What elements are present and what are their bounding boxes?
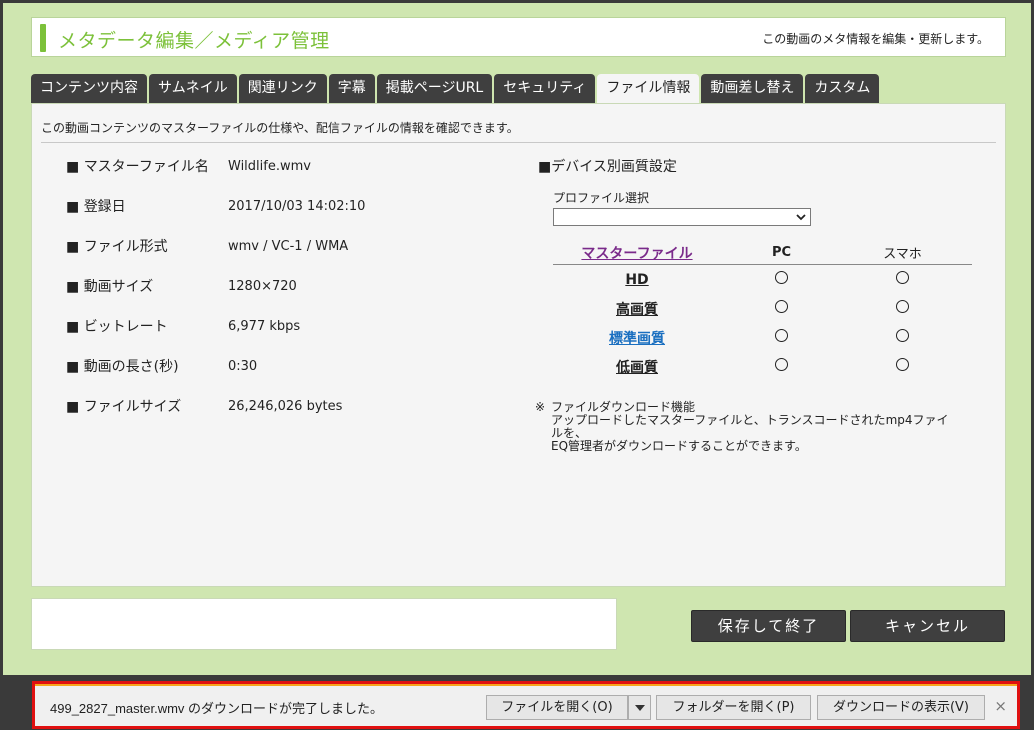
info-value: 2017/10/03 14:02:10 <box>228 198 366 214</box>
tab-security[interactable]: セキュリティ <box>494 74 596 103</box>
radio-pc-hd[interactable] <box>775 271 788 284</box>
panel-intro-text: この動画コンテンツのマスターファイルの仕様や、配信ファイルの情報を確認できます。 <box>41 121 519 135</box>
download-complete-message: 499_2827_master.wmv のダウンロードが完了しました。 <box>50 701 384 716</box>
show-downloads-button[interactable]: ダウンロードの表示(V) <box>817 695 985 720</box>
info-value: 0:30 <box>228 358 258 374</box>
info-row-master-file: マスターファイル名 Wildlife.wmv <box>66 156 311 176</box>
info-value: 26,246,026 bytes <box>228 398 343 414</box>
radio-smartphone-standard[interactable] <box>896 329 909 342</box>
quality-label-high[interactable]: 高画質 <box>553 299 721 319</box>
note-line-2: アップロードしたマスターファイルと、トランスコードされたmp4ファイルを、 <box>551 413 949 440</box>
radio-pc-low[interactable] <box>775 358 788 371</box>
column-header-smartphone: スマホ <box>883 247 922 262</box>
open-folder-button[interactable]: フォルダーを開く(P) <box>656 695 811 720</box>
tab-contents[interactable]: コンテンツ内容 <box>31 74 147 103</box>
note-line-3: EQ管理者がダウンロードすることができます。 <box>551 439 807 453</box>
info-label: マスターファイル名 <box>66 156 228 176</box>
panel-divider <box>41 142 996 143</box>
quality-row-high: 高画質 <box>553 294 972 323</box>
info-value: 1280×720 <box>228 278 297 294</box>
quality-row-hd: HD <box>553 265 972 294</box>
tab-related-links[interactable]: 関連リンク <box>238 74 327 103</box>
quality-label-standard[interactable]: 標準画質 <box>553 328 721 348</box>
info-row-file-format: ファイル形式 wmv / VC-1 / WMA <box>66 236 349 256</box>
tab-thumbnail[interactable]: サムネイル <box>149 74 237 103</box>
quality-label-hd[interactable]: HD <box>553 272 721 288</box>
quality-label-low[interactable]: 低画質 <box>553 357 721 377</box>
info-value: wmv / VC-1 / WMA <box>228 238 349 254</box>
info-label: 動画の長さ(秒) <box>66 356 228 376</box>
quality-table: マスターファイル PC スマホ HD 高画質 標準画質 低画質 <box>553 241 972 381</box>
file-info-panel: この動画コンテンツのマスターファイルの仕様や、配信ファイルの情報を確認できます。… <box>31 103 1006 587</box>
info-row-registered-date: 登録日 2017/10/03 14:02:10 <box>66 196 366 216</box>
column-header-master[interactable]: マスターファイル <box>553 243 721 263</box>
tab-page-url[interactable]: 掲載ページURL <box>376 74 493 103</box>
info-row-file-size: ファイルサイズ 26,246,026 bytes <box>66 396 343 416</box>
quality-row-low: 低画質 <box>553 352 972 381</box>
info-label: 登録日 <box>66 196 228 216</box>
radio-pc-high[interactable] <box>775 300 788 313</box>
column-header-pc: PC <box>771 245 792 260</box>
quality-table-header: マスターファイル PC スマホ <box>553 241 972 265</box>
profile-select[interactable] <box>553 208 811 226</box>
info-label: ファイルサイズ <box>66 396 228 416</box>
radio-smartphone-hd[interactable] <box>896 271 909 284</box>
page-header: メタデータ編集／メディア管理 この動画のメタ情報を編集・更新します。 <box>31 17 1006 57</box>
download-notification-bar: 499_2827_master.wmv のダウンロードが完了しました。 ファイル… <box>32 681 1020 729</box>
device-quality-title: デバイス別画質設定 <box>538 156 677 176</box>
cancel-button[interactable]: キャンセル <box>850 610 1005 642</box>
profile-select-label: プロファイル選択 <box>553 191 650 205</box>
tab-subtitles[interactable]: 字幕 <box>328 74 375 103</box>
note-mark: ※ <box>535 400 546 414</box>
radio-pc-standard[interactable] <box>775 329 788 342</box>
header-accent-bar <box>40 24 46 52</box>
quality-row-standard: 標準画質 <box>553 323 972 352</box>
open-file-button[interactable]: ファイルを開く(O) <box>486 695 628 720</box>
info-value: Wildlife.wmv <box>228 158 311 174</box>
radio-smartphone-low[interactable] <box>896 358 909 371</box>
tab-replace-video[interactable]: 動画差し替え <box>701 74 804 103</box>
tab-file-info[interactable]: ファイル情報 <box>597 74 700 103</box>
info-row-video-size: 動画サイズ 1280×720 <box>66 276 297 296</box>
info-value: 6,977 kbps <box>228 318 301 334</box>
chevron-down-icon <box>796 214 806 221</box>
radio-smartphone-high[interactable] <box>896 300 909 313</box>
tab-bar: コンテンツ内容 サムネイル 関連リンク 字幕 掲載ページURL セキュリティ フ… <box>31 74 880 103</box>
info-label: ファイル形式 <box>66 236 228 256</box>
save-and-exit-button[interactable]: 保存して終了 <box>691 610 846 642</box>
page-title: メタデータ編集／メディア管理 <box>58 30 330 52</box>
info-row-duration: 動画の長さ(秒) 0:30 <box>66 356 258 376</box>
close-icon[interactable]: × <box>994 697 1007 715</box>
info-row-bitrate: ビットレート 6,977 kbps <box>66 316 300 336</box>
page-description: この動画のメタ情報を編集・更新します。 <box>762 32 989 46</box>
tab-custom[interactable]: カスタム <box>805 74 880 103</box>
info-label: 動画サイズ <box>66 276 228 296</box>
open-file-dropdown-arrow[interactable] <box>628 695 651 720</box>
info-label: ビットレート <box>66 316 228 336</box>
message-area <box>31 598 617 650</box>
